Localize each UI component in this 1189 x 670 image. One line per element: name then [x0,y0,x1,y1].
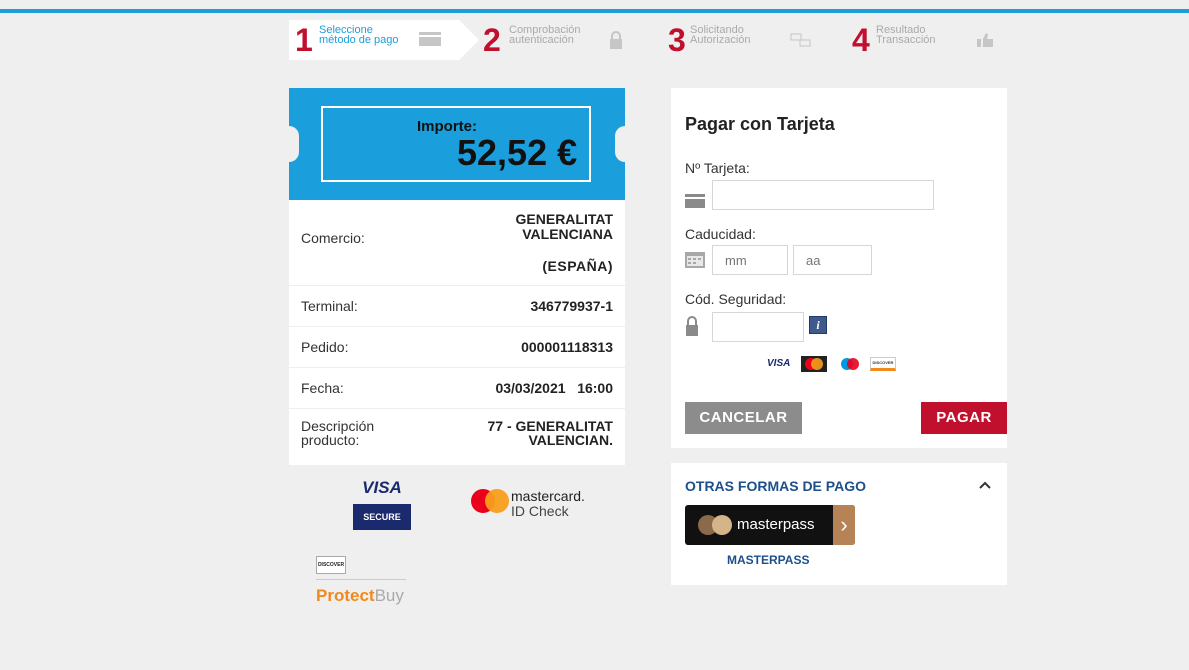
lock-icon [610,31,622,49]
other-payment-methods: OTRAS FORMAS DE PAGO masterpass › MASTER… [671,463,1007,585]
card-number-input[interactable] [712,180,934,210]
amount-value: 52,52 € [457,132,578,173]
order-row: Pedido: 000001118313 [289,326,625,367]
masterpass-button[interactable]: masterpass › [685,505,855,545]
cvv-input[interactable] [712,312,804,342]
info-icon[interactable]: i [809,316,827,334]
masterpass-link[interactable]: MASTERPASS [727,553,809,567]
top-accent-bar [0,9,1189,13]
card-payment-form: Pagar con Tarjeta Nº Tarjeta: Caducidad:… [671,88,1007,448]
description-row: Descripción producto: 77 - GENERALITAT VAL… [289,408,625,465]
order-summary: Importe: 52,52 € Comercio: GENERALITAT VA… [279,88,635,465]
accepted-brands: VISA DISCOVER [767,354,907,374]
other-methods-title: OTRAS FORMAS DE PAGO [685,478,866,494]
step-number: 1 [295,22,313,58]
expiry-label: Caducidad: [685,226,756,242]
mastercard-idcheck-logo: mastercard. ID Check [470,486,600,520]
merchant-value: GENERALITAT VALENCIANA [515,211,613,242]
step-label-1: Seleccione método de pago [319,24,399,46]
step-3: 3 Solicitando Autorización [668,20,838,60]
mastercard-circles-icon [471,489,509,513]
amount-panel: Importe: 52,52 € [279,88,635,200]
lock-icon [686,316,698,336]
card-icon [685,194,705,208]
step-1: 1 Seleccione método de pago [289,20,479,60]
maestro-icon [837,356,863,372]
discover-protectbuy-logo: DISCOVER ProtectBuy [316,556,408,614]
step-2: 2 Comprobación autenticación [483,20,653,60]
thumbs-up-icon [977,33,993,47]
chevron-up-icon[interactable] [979,481,991,489]
step-label-4: Resultado Transacción [876,24,936,46]
terminal-row: Terminal: 346779937-1 [289,285,625,326]
cancel-button[interactable]: CANCELAR [685,402,802,434]
step-label-2: Comprobación autenticación [509,24,581,46]
expiry-month-input[interactable] [712,245,788,275]
card-number-label: Nº Tarjeta: [685,160,750,176]
network-icon [790,33,811,47]
progress-steps: 1 Seleccione método de pago 2 Comprobació… [289,20,1007,60]
step-4: 4 Resultado Transacción [852,20,1002,60]
form-title: Pagar con Tarjeta [685,114,835,134]
pay-button[interactable]: PAGAR [921,402,1007,434]
merchant-row: Comercio: GENERALITAT VALENCIANA (ESPAÑA) [301,211,613,275]
chevron-right-icon: › [833,505,855,545]
expiry-year-input[interactable] [793,245,872,275]
date-row: Fecha: 03/03/2021 16:00 [289,367,625,408]
card-icon [419,32,441,46]
masterpass-circles-icon [698,515,732,535]
order-details: Comercio: GENERALITAT VALENCIANA (ESPAÑA)… [289,200,625,465]
mastercard-icon [801,356,827,372]
visa-secure-logo: VISA SECURE [352,476,412,534]
cvv-label: Cód. Seguridad: [685,291,787,307]
calendar-icon[interactable] [685,250,705,268]
step-label-3: Solicitando Autorización [690,24,751,46]
